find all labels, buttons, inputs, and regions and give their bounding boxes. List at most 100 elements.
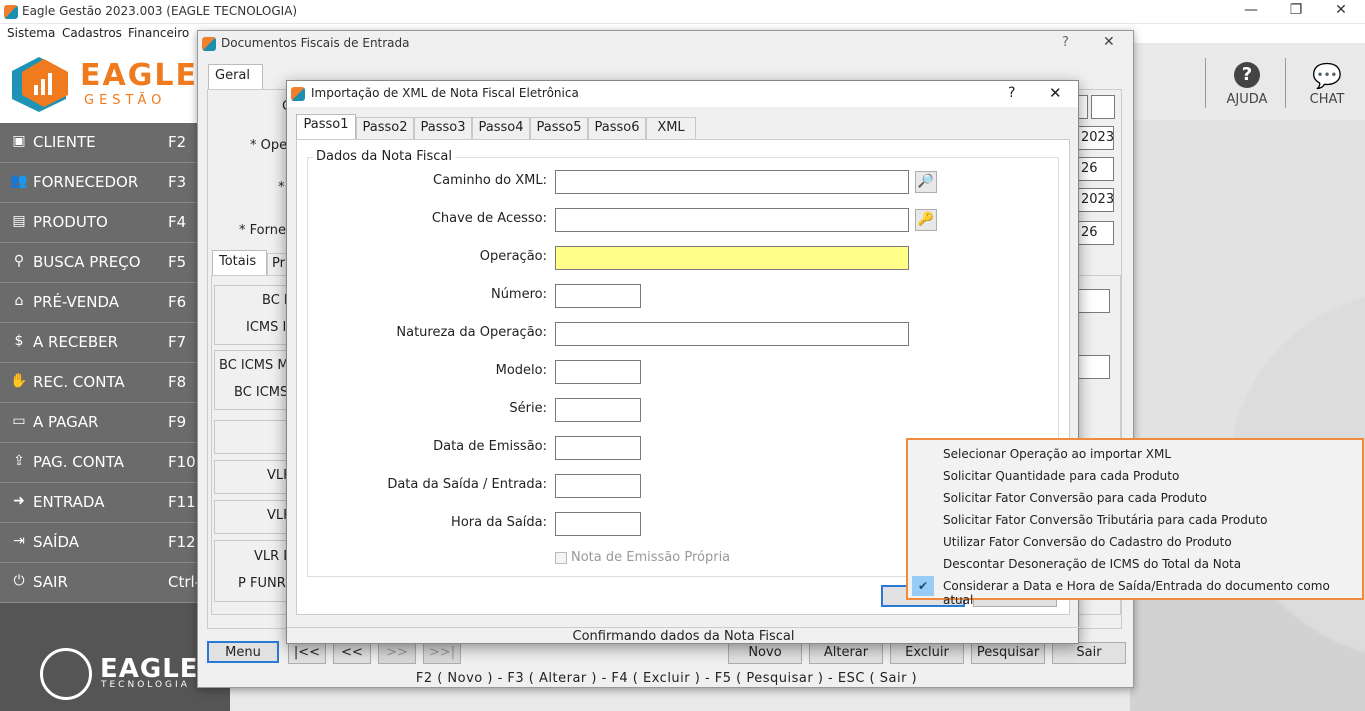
right-toolbar: ? AJUDA 💬 CHAT: [1205, 58, 1365, 118]
tab-geral[interactable]: Geral: [208, 64, 263, 90]
label-saida: Data da Saída / Entrada:: [387, 477, 547, 492]
prev-button[interactable]: <<: [333, 642, 371, 664]
minimize-icon[interactable]: —: [1236, 2, 1266, 18]
caminho-xml-input[interactable]: [555, 170, 909, 194]
next-button[interactable]: >>: [378, 642, 416, 664]
dialog-icon: [291, 87, 305, 101]
total-field[interactable]: [1078, 355, 1110, 379]
sidebar-item-pre-venda[interactable]: ⌂ PRÉ-VENDA F6: [0, 283, 200, 323]
key-icon[interactable]: 🔑: [915, 209, 937, 231]
help-icon[interactable]: ?: [1008, 85, 1015, 101]
data-saida-input[interactable]: [555, 474, 641, 498]
sidebar-item-saida[interactable]: ⇥ SAÍDA F12: [0, 523, 200, 563]
tab-passo1[interactable]: Passo1: [296, 114, 356, 140]
serie-input[interactable]: [555, 398, 641, 422]
label-hora: Hora da Saída:: [451, 515, 547, 530]
tab-passo3[interactable]: Passo3: [414, 117, 472, 139]
pesquisar-button[interactable]: Pesquisar: [971, 642, 1045, 664]
excluir-button[interactable]: Excluir: [890, 642, 964, 664]
menu-cadastros[interactable]: Cadastros: [62, 26, 122, 40]
wallet-icon: ▭: [12, 413, 26, 429]
code-field[interactable]: 26: [1078, 157, 1114, 181]
total-field[interactable]: [1078, 289, 1110, 313]
sidebar-item-cliente[interactable]: ▣ CLIENTE F2: [0, 123, 200, 163]
logo-sub: GESTÃO: [84, 93, 167, 108]
hand-coin-icon: ✋: [10, 373, 28, 389]
chave-acesso-input[interactable]: [555, 208, 909, 232]
users-icon: 👥: [10, 173, 28, 189]
menu-item-considerar-data-hora[interactable]: Considerar a Data e Hora de Saída/Entrad…: [943, 579, 1362, 607]
emissao-propria-checkbox[interactable]: [555, 552, 567, 564]
field-stub[interactable]: [1078, 95, 1088, 119]
sidebar-item-busca-preco[interactable]: ⚲ BUSCA PREÇO F5: [0, 243, 200, 283]
natureza-input[interactable]: [555, 322, 909, 346]
sidebar-item-fornecedor[interactable]: 👥 FORNECEDOR F3: [0, 163, 200, 203]
data-emissao-input[interactable]: [555, 436, 641, 460]
menu-sistema[interactable]: Sistema: [7, 26, 55, 40]
chat-label: CHAT: [1309, 92, 1345, 107]
id-card-icon: ▣: [12, 133, 26, 149]
background-decoration: [1130, 120, 1365, 711]
label-numero: Número:: [490, 287, 547, 302]
restore-icon[interactable]: ❐: [1281, 2, 1311, 18]
close-icon[interactable]: ✕: [1326, 2, 1356, 18]
options-popup-menu: Selecionar Operação ao importar XML Soli…: [906, 438, 1364, 607]
tab-passo6[interactable]: Passo6: [588, 117, 646, 139]
logo-name: EAGLE: [80, 58, 198, 93]
total-label: BC I: [262, 293, 288, 308]
last-button[interactable]: >>|: [423, 642, 461, 664]
tab-xml[interactable]: XML: [646, 117, 696, 139]
label-emissao: Data de Emissão:: [433, 439, 547, 454]
sign-out-icon: ⇥: [13, 533, 25, 549]
sidebar-item-a-receber[interactable]: $ A RECEBER F7: [0, 323, 200, 363]
divider: [1285, 58, 1286, 108]
tab-passo5[interactable]: Passo5: [530, 117, 588, 139]
app-titlebar: Eagle Gestão 2023.003 (EAGLE TECNOLOGIA)…: [0, 0, 1365, 24]
chat-button[interactable]: 💬 CHAT: [1287, 58, 1365, 118]
novo-button[interactable]: Novo: [728, 642, 802, 664]
menu-item-fator-cadastro[interactable]: Utilizar Fator Conversão do Cadastro do …: [943, 535, 1232, 549]
upload-icon: ⇪: [13, 453, 25, 469]
search-icon: ⚲: [13, 253, 25, 269]
menu-item-solicitar-quantidade[interactable]: Solicitar Quantidade para cada Produto: [943, 469, 1179, 483]
field-stub[interactable]: [1091, 95, 1115, 119]
close-icon[interactable]: ✕: [1103, 34, 1115, 50]
label-operacao: Operação:: [479, 249, 547, 264]
total-label: ICMS I: [246, 320, 287, 335]
sidebar-item-produto[interactable]: ▤ PRODUTO F4: [0, 203, 200, 243]
numero-input[interactable]: [555, 284, 641, 308]
label-natureza: Natureza da Operação:: [396, 325, 547, 340]
alterar-button[interactable]: Alterar: [809, 642, 883, 664]
tab-passo4[interactable]: Passo4: [472, 117, 530, 139]
total-label: BC ICMS M: [219, 358, 289, 373]
sidebar-item-pag-conta[interactable]: ⇪ PAG. CONTA F10: [0, 443, 200, 483]
menu-item-fator-conversao[interactable]: Solicitar Fator Conversão para cada Prod…: [943, 491, 1207, 505]
hora-saida-input[interactable]: [555, 512, 641, 536]
operacao-input[interactable]: [555, 246, 909, 270]
modelo-input[interactable]: [555, 360, 641, 384]
help-button[interactable]: ? AJUDA: [1207, 58, 1287, 118]
label-fornecedor: * Forne: [239, 223, 286, 238]
sidebar-item-a-pagar[interactable]: ▭ A PAGAR F9: [0, 403, 200, 443]
sidebar-item-entrada[interactable]: ➜ ENTRADA F11: [0, 483, 200, 523]
menu-financeiro[interactable]: Financeiro: [128, 26, 189, 40]
group-title: Dados da Nota Fiscal: [313, 149, 455, 164]
menu-item-selecionar-operacao[interactable]: Selecionar Operação ao importar XML: [943, 447, 1171, 461]
tab-passo2[interactable]: Passo2: [356, 117, 414, 139]
sair-button[interactable]: Sair: [1052, 642, 1126, 664]
sidebar-item-rec-conta[interactable]: ✋ REC. CONTA F8: [0, 363, 200, 403]
first-button[interactable]: |<<: [288, 642, 326, 664]
label-chave: Chave de Acesso:: [431, 211, 547, 226]
close-icon[interactable]: ✕: [1049, 84, 1062, 102]
date-field[interactable]: 2023: [1078, 126, 1114, 150]
sidebar-item-sair[interactable]: ⏻ SAIR Ctrl-: [0, 563, 200, 603]
menu-item-fator-tributaria[interactable]: Solicitar Fator Conversão Tributária par…: [943, 513, 1268, 527]
search-icon[interactable]: 🔎: [915, 171, 937, 193]
dialog-title: Importação de XML de Nota Fiscal Eletrôn…: [311, 86, 579, 100]
help-icon[interactable]: ?: [1062, 35, 1069, 50]
code-field[interactable]: 26: [1078, 221, 1114, 245]
menu-item-descontar-desoneracao[interactable]: Descontar Desoneração de ICMS do Total d…: [943, 557, 1241, 571]
tab-totais[interactable]: Totais: [212, 250, 267, 276]
date-field[interactable]: 2023: [1078, 188, 1114, 212]
menu-button[interactable]: Menu: [207, 641, 279, 663]
